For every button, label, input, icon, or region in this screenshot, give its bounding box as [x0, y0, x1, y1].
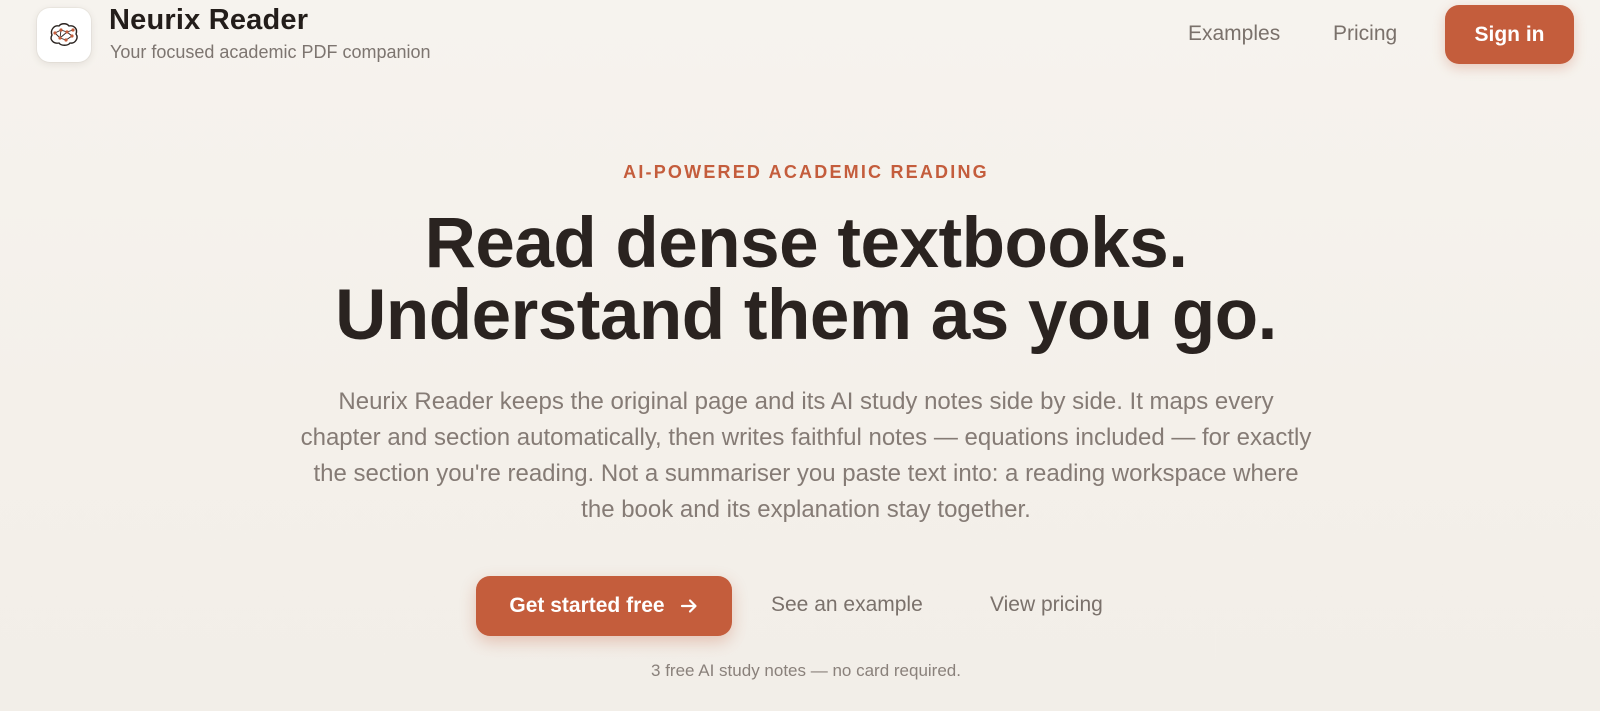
hero-description: Neurix Reader keeps the original page an…	[300, 388, 1312, 523]
logo[interactable]	[37, 8, 91, 62]
get-started-button[interactable]: Get started free	[476, 576, 732, 636]
headline-line-1: Read dense textbooks.	[424, 204, 1188, 283]
brand-name[interactable]: Neurix Reader	[109, 4, 308, 37]
cta-row: Get started free See an example View pri…	[0, 576, 1600, 636]
free-notes-footnote: 3 free AI study notes — no card required…	[651, 661, 961, 680]
top-header: Neurix Reader Your focused academic PDF …	[0, 0, 1600, 80]
sign-in-button[interactable]: Sign in	[1445, 5, 1574, 64]
arrow-right-icon	[679, 596, 699, 616]
brain-network-icon	[50, 23, 78, 46]
hero-eyebrow: AI-POWERED ACADEMIC READING	[623, 162, 989, 182]
headline-line-2: Understand them as you go.	[335, 276, 1277, 355]
hero-headline: Read dense textbooks. Understand them as…	[0, 208, 1600, 352]
get-started-label: Get started free	[509, 594, 665, 617]
view-pricing-link[interactable]: View pricing	[990, 593, 1103, 617]
nav-examples-link[interactable]: Examples	[1188, 22, 1280, 46]
nav-pricing-link[interactable]: Pricing	[1333, 22, 1397, 46]
see-example-link[interactable]: See an example	[771, 593, 923, 617]
brand-tagline: Your focused academic PDF companion	[110, 42, 431, 62]
